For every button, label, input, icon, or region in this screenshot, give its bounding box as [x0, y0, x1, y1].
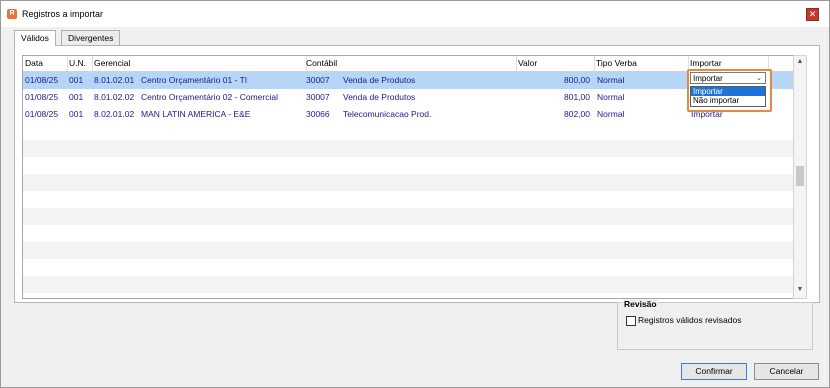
col-header-tipo-verba[interactable]: Tipo Verba [594, 56, 689, 71]
registros-revisados-checkbox[interactable] [626, 316, 636, 326]
tab-validos[interactable]: Válidos [14, 30, 56, 46]
cell-data: 01/08/25 [25, 109, 59, 119]
cell-contabil-code: 30066 [306, 109, 330, 119]
cell-gerencial-code: 8.01.02.01 [94, 75, 135, 85]
empty-row [23, 208, 800, 225]
app-icon: R [7, 9, 17, 19]
option-importar[interactable]: Importar [691, 87, 765, 96]
empty-row [23, 174, 800, 191]
cell-tipo-verba: Normal [597, 109, 625, 119]
empty-row [23, 276, 800, 293]
col-header-data[interactable]: Data [23, 56, 68, 71]
importar-select-text: Importar [693, 74, 723, 83]
cell-data: 01/08/25 [25, 75, 59, 85]
cell-contabil-desc: Venda de Produtos [343, 75, 416, 85]
title-bar: R Registros a importar ✕ [1, 1, 829, 27]
registros-revisados-label[interactable]: Registros válidos revisados [638, 315, 741, 325]
cell-valor: 802,00 [564, 109, 590, 119]
cell-valor: 801,00 [564, 92, 590, 102]
scroll-down-icon[interactable]: ▼ [794, 284, 806, 296]
cell-un: 001 [69, 75, 84, 85]
scroll-up-icon[interactable]: ▲ [794, 56, 806, 68]
table-row[interactable]: 01/08/25 001 8.01.02.02 Centro Orçamentá… [23, 89, 800, 106]
vertical-scrollbar[interactable]: ▲ ▼ [793, 55, 807, 299]
cell-gerencial-code: 8.01.02.02 [94, 92, 135, 102]
cell-data: 01/08/25 [25, 92, 59, 102]
option-nao-importar[interactable]: Não importar [691, 96, 765, 105]
cell-gerencial-code: 8.02.01.02 [94, 109, 135, 119]
cancel-button[interactable]: Cancelar [754, 363, 819, 380]
cell-contabil-desc: Telecomunicacao Prod. [343, 109, 432, 119]
cell-gerencial-desc: Centro Orçamentário 01 - TI [141, 75, 248, 85]
tab-divergentes[interactable]: Divergentes [61, 30, 121, 45]
cell-contabil-code: 30007 [306, 75, 330, 85]
dialog-window: R Registros a importar ✕ Válidos Diverge… [0, 0, 830, 388]
importar-options-list: Importar Não importar [690, 86, 766, 107]
grid-header: Data U.N. Gerencial Contábil Valor Tipo … [23, 56, 800, 72]
scroll-thumb[interactable] [796, 166, 804, 186]
col-header-gerencial[interactable]: Gerencial [92, 56, 307, 71]
revisao-title: Revisão [623, 299, 658, 309]
importar-select-value[interactable]: Importar ⌄ [690, 72, 766, 84]
col-header-valor[interactable]: Valor [516, 56, 595, 71]
table-row[interactable]: 01/08/25 001 8.02.01.02 MAN LATIN AMERIC… [23, 106, 800, 123]
empty-row [23, 242, 800, 259]
cell-un: 001 [69, 92, 84, 102]
cell-contabil-desc: Venda de Produtos [343, 92, 416, 102]
col-header-contabil[interactable]: Contábil [304, 56, 517, 71]
confirm-button[interactable]: Confirmar [681, 363, 747, 380]
revisao-group: Revisão Registros válidos revisados [617, 299, 813, 350]
table-row[interactable]: 01/08/25 001 8.01.02.01 Centro Orçamentá… [23, 72, 800, 89]
cell-tipo-verba: Normal [597, 92, 625, 102]
cell-valor: 800,00 [564, 75, 590, 85]
cell-tipo-verba: Normal [597, 75, 625, 85]
cell-contabil-code: 30007 [306, 92, 330, 102]
chevron-down-icon[interactable]: ⌄ [756, 73, 762, 85]
col-header-un[interactable]: U.N. [67, 56, 93, 71]
records-grid: Data U.N. Gerencial Contábil Valor Tipo … [22, 55, 801, 299]
empty-row [23, 140, 800, 157]
importar-select[interactable]: Importar ⌄ Importar Não importar [687, 69, 772, 112]
cell-gerencial-desc: MAN LATIN AMERICA - E&E [141, 109, 251, 119]
close-icon[interactable]: ✕ [806, 8, 819, 21]
cell-un: 001 [69, 109, 84, 119]
cell-gerencial-desc: Centro Orçamentário 02 - Comercial [141, 92, 278, 102]
window-title: Registros a importar [22, 9, 104, 19]
